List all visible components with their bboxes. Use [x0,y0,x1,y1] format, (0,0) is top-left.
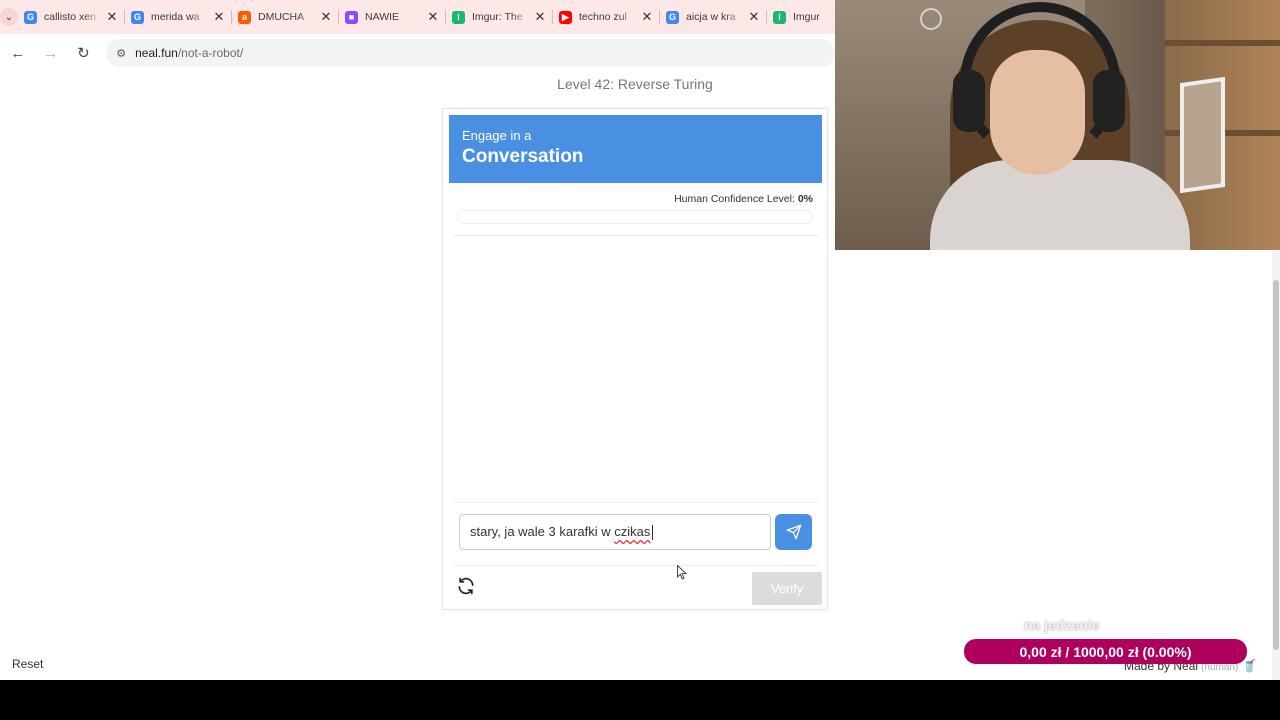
browser-tab[interactable]: a DMUCHA ✕ [232,0,339,34]
close-icon[interactable]: ✕ [747,9,761,25]
chat-input[interactable]: stary, ja wale 3 karafki w czikas [459,514,771,550]
chat-input-text: stary, ja wale 3 karafki w [470,524,615,539]
close-icon[interactable]: ✕ [533,9,547,25]
divider [453,502,819,503]
close-icon[interactable]: ✕ [319,9,333,25]
browser-tab[interactable]: ■ NAWIE ✕ [339,0,446,34]
url-path: /not-a-robot/ [177,46,244,60]
coffee-cup-icon[interactable]: 🥤 [1242,659,1257,673]
confidence-label: Human Confidence Level: 0% [674,193,813,205]
url-host: neal.fun [135,46,178,60]
text-caret [652,525,654,541]
site-settings-icon[interactable]: ⚙ [116,47,126,60]
refresh-button[interactable] [455,575,477,597]
address-bar[interactable]: ⚙ neal.fun/not-a-robot/ [106,39,836,67]
arrow-left-icon: ← [10,44,26,62]
tab-search-button[interactable]: ⌄ [0,0,18,34]
challenge-card: Engage in a Conversation Human Confidenc… [442,108,828,610]
donation-goal-label: na jedzenie [1024,617,1100,633]
browser-toolbar: ← → ↻ ⚙ neal.fun/not-a-robot/ [0,34,836,72]
webcam-overlay [835,0,1280,250]
verify-button[interactable]: Verify [752,572,822,605]
forward-button[interactable]: → [36,38,66,68]
tab-strip: ⌄ Gcallisto xen ✕ Gmerida wa ✕ a DMUCHA ✕ ■ NAWI… [0,0,874,34]
reload-button[interactable]: ↻ [69,38,99,68]
send-button[interactable] [775,514,812,550]
divider [453,235,819,236]
reset-button[interactable]: Reset [12,657,43,671]
tab-title: callisto xen [44,11,96,23]
close-icon[interactable]: ✕ [212,9,226,25]
confidence-text: Human Confidence Level: [674,193,798,205]
webcam-shelf-board [1165,40,1280,46]
chat-messages-area [453,237,819,501]
refresh-icon [458,577,474,595]
tabs-container: Gcallisto xen ✕ Gmerida wa ✕ a DMUCHA ✕ ■ NAWIE ✕… [18,0,874,34]
imgur-icon: i [773,10,786,24]
google-icon: G [24,10,37,24]
divider [453,565,819,566]
tab-title: aicja w kra [686,11,736,23]
browser-tab[interactable]: i Imgur: The ✕ [446,0,553,34]
allegro-icon: a [238,10,251,24]
header-subtitle: Engage in a [462,128,532,143]
level-title: Level 42: Reverse Turing [557,76,713,92]
headset-cup-left [953,70,985,132]
webcam-lamp [920,8,942,30]
close-icon[interactable]: ✕ [426,9,440,25]
tab-title: techno zul [579,11,627,23]
headset-cup-right [1093,70,1125,132]
reload-icon: ↻ [77,45,90,62]
close-icon[interactable]: ✕ [640,9,654,25]
arrow-right-icon: → [43,44,59,62]
browser-chrome: ⌄ Gcallisto xen ✕ Gmerida wa ✕ a DMUCHA ✕ ■ NAWI… [0,0,874,72]
misspelled-word: czikas [614,524,651,539]
browser-tab[interactable]: Gaicja w kra ✕ [660,0,767,34]
twitch-icon: ■ [345,10,358,24]
google-icon: G [131,10,144,24]
scrollbar-thumb[interactable] [1273,280,1279,650]
tab-title: Imgur: The [472,11,523,23]
close-icon[interactable]: ✕ [105,9,119,25]
browser-tab[interactable]: Gmerida wa ✕ [125,0,232,34]
tab-title: NAWIE [365,11,400,23]
chevron-down-icon: ⌄ [0,8,18,26]
page-scrollbar[interactable] [1272,250,1280,680]
confidence-value: 0% [797,193,813,205]
confidence-progress-bar [457,210,813,224]
youtube-icon: ▶ [559,10,572,24]
header-title: Conversation [462,146,584,167]
mouse-cursor-icon [677,565,687,580]
google-icon: G [666,10,679,24]
back-button[interactable]: ← [3,38,33,68]
browser-tab[interactable]: Gcallisto xen ✕ [18,0,125,34]
browser-tab[interactable]: ▶ techno zul ✕ [553,0,660,34]
donation-goal-bar: 0,00 zł / 1000,00 zł (0.00%) [964,639,1247,664]
send-icon [786,524,801,540]
tab-title: DMUCHA [258,11,305,23]
webcam-person-body [930,160,1190,250]
card-header: Engage in a Conversation [449,115,822,183]
tab-title: merida wa [151,11,200,23]
webcam-picture-frame [1180,76,1225,194]
imgur-icon: i [452,10,465,24]
